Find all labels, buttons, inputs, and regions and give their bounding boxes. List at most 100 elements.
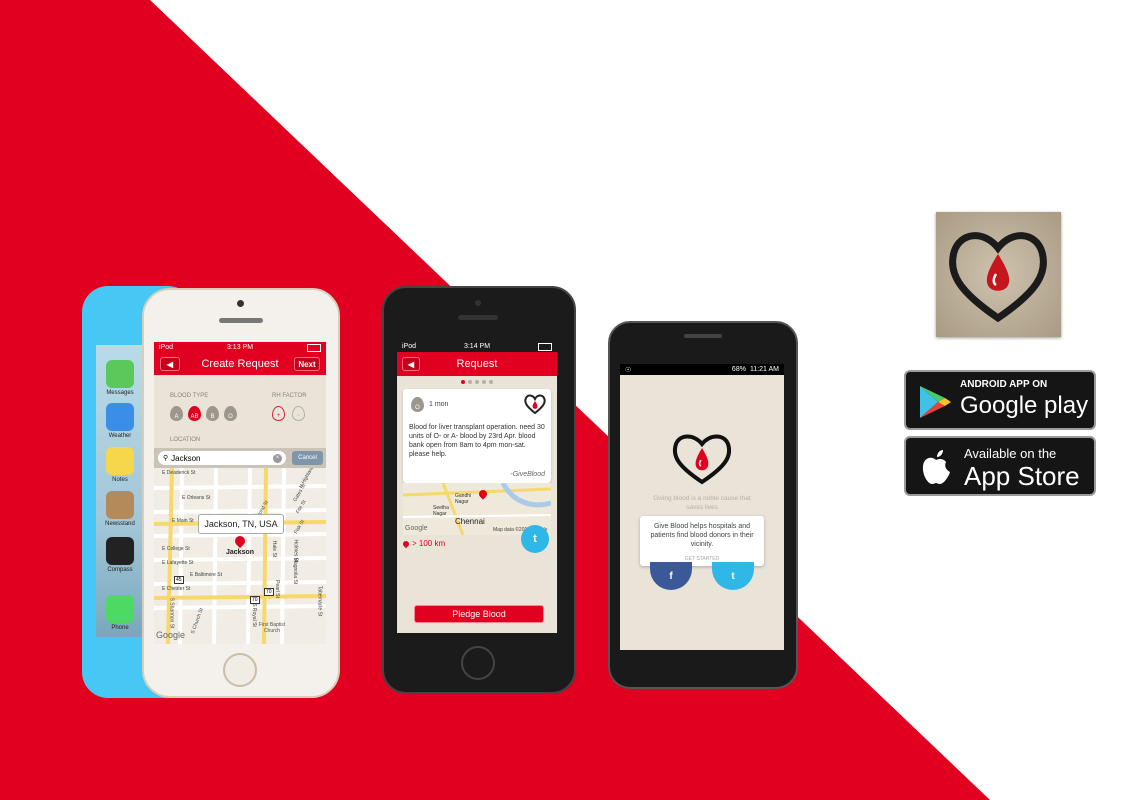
- poi-label: First Baptist Church: [258, 622, 286, 634]
- carrier-label: iPod: [159, 344, 174, 351]
- create-request-screen: iPod 3:13 PM ◀ Create Request Next BLOOD…: [154, 342, 326, 644]
- road-badge: 45: [174, 576, 184, 584]
- app-label: Notes: [112, 477, 128, 483]
- arrow-left-icon: ◀: [407, 359, 415, 369]
- map-view[interactable]: E Deaderick St E Orleans St E Main St E Col…: [154, 468, 326, 644]
- search-icon: ⚲: [163, 455, 169, 462]
- google-play-badge[interactable]: ANDROID APP ON Google play: [904, 370, 1096, 430]
- page-title: Request: [456, 358, 498, 370]
- search-input[interactable]: ⚲ Jackson ×: [158, 451, 286, 465]
- newsstand-icon[interactable]: [106, 491, 134, 519]
- google-logo: Google: [156, 630, 186, 640]
- map-marker-icon: [401, 539, 411, 548]
- app-label: Phone: [111, 625, 129, 631]
- time-label: 11:21 AM: [749, 366, 779, 373]
- nav-header: ◀ Request: [397, 352, 557, 376]
- blood-type-a-drop[interactable]: A: [170, 406, 183, 421]
- badge-small-text: ANDROID APP ON: [960, 379, 1048, 390]
- carrier-label: iPod: [402, 343, 417, 350]
- twitter-button[interactable]: t: [712, 562, 754, 590]
- blood-type-o-drop[interactable]: O: [224, 406, 237, 421]
- pager-dot[interactable]: [489, 380, 493, 384]
- badge-big-text: Google play: [960, 392, 1089, 419]
- twitter-icon: t: [533, 533, 537, 545]
- map-label-gandhi-nagar: Gandhi Nagar: [455, 493, 472, 505]
- back-button[interactable]: ◀: [160, 357, 180, 371]
- pager-dot[interactable]: [482, 380, 486, 384]
- clear-icon[interactable]: ×: [273, 453, 282, 463]
- blood-type-ab-drop[interactable]: AB: [188, 406, 201, 421]
- weather-icon[interactable]: [106, 403, 134, 431]
- search-bar: ⚲ Jackson × Cancel: [154, 448, 326, 468]
- pager-dot[interactable]: [468, 380, 472, 384]
- back-button[interactable]: ◀: [402, 357, 420, 371]
- messages-icon[interactable]: [106, 360, 134, 388]
- next-button[interactable]: Next: [294, 357, 320, 371]
- pager-dots: [397, 380, 557, 386]
- arrow-left-icon: ◀: [166, 359, 174, 369]
- notes-icon[interactable]: [106, 447, 134, 475]
- road-badge: 70: [264, 588, 274, 596]
- street-label: E Baltimore St: [190, 572, 222, 578]
- page-title: Create Request: [201, 358, 279, 370]
- blood-drop-icon: O: [411, 397, 424, 412]
- search-value: Jackson: [171, 453, 201, 463]
- app-label: Weather: [108, 433, 132, 439]
- battery-icon: [307, 343, 321, 352]
- giveblood-logo-icon: [672, 434, 732, 485]
- street-label: E Orleans St: [182, 495, 211, 501]
- badge-big-text: App Store: [964, 461, 1080, 491]
- home-button[interactable]: [223, 653, 257, 687]
- street-label: Tabernacle St: [316, 585, 323, 617]
- giveblood-heart-icon: [524, 394, 546, 415]
- earpiece: [219, 318, 263, 323]
- app-label: Compass: [107, 567, 133, 573]
- pledge-blood-button[interactable]: Pledge Blood: [414, 605, 544, 623]
- street-label: Pearl St: [273, 580, 280, 598]
- time-label: 3:13 PM: [226, 344, 254, 351]
- google-logo: Google: [405, 525, 428, 532]
- rh-factor-label: RH FACTOR: [272, 393, 307, 399]
- app-label: Newsstand: [105, 521, 135, 527]
- pin-label: Jackson: [226, 549, 255, 556]
- twitter-icon: t: [731, 570, 735, 582]
- facebook-icon: f: [669, 570, 673, 582]
- card-text: Give Blood helps hospitals and patients …: [650, 523, 754, 548]
- road-badge: 70: [250, 596, 260, 604]
- android-welcome-screen: ☉ 68% 11:21 AM Giving blood is a noble c…: [620, 364, 784, 650]
- home-button[interactable]: [461, 646, 495, 680]
- compass-icon[interactable]: [106, 537, 134, 565]
- cancel-button[interactable]: Cancel: [292, 451, 323, 465]
- location-label: LOCATION: [170, 437, 201, 443]
- street-label: E Main St: [172, 518, 194, 524]
- status-bar: iPod 3:14 PM: [397, 341, 557, 352]
- earpiece: [684, 334, 722, 338]
- phone-icon[interactable]: [106, 595, 134, 623]
- twitter-share-button[interactable]: t: [521, 525, 549, 553]
- time-label: 3:14 PM: [463, 343, 491, 350]
- street-label: Hale St: [271, 540, 278, 558]
- street-label: E Deaderick St: [162, 470, 196, 476]
- map-label-seetha-nagar: Seetha Nagar: [433, 505, 449, 517]
- facebook-button[interactable]: f: [650, 562, 692, 590]
- battery-percent: 68%: [731, 366, 746, 373]
- battery-icon: [538, 342, 552, 351]
- iphone-5c-home-screen: Messages Weather Notes Newsstand Compass Phon…: [96, 345, 144, 637]
- blood-type-b-drop[interactable]: B: [206, 406, 219, 421]
- status-bar: iPod 3:13 PM: [154, 342, 326, 353]
- app-icon[interactable]: [936, 212, 1061, 337]
- distance: > 100 km: [401, 539, 445, 548]
- map-callout[interactable]: Jackson, TN, USA: [198, 514, 284, 534]
- pager-dot[interactable]: [461, 380, 465, 384]
- street-label: E Lafayette St: [162, 560, 194, 566]
- front-camera: [237, 300, 244, 307]
- request-message: Blood for liver transplant operation. ne…: [409, 424, 545, 458]
- rh-negative-drop[interactable]: −: [292, 406, 305, 421]
- request-age: 1 mon: [429, 401, 449, 408]
- pager-dot[interactable]: [475, 380, 479, 384]
- usb-icon: ☉: [625, 366, 632, 374]
- app-store-badge[interactable]: Available on the App Store: [904, 436, 1096, 496]
- badge-small-text: Available on the: [964, 446, 1057, 461]
- request-card[interactable]: O 1 mon Blood for liver transplant opera…: [403, 389, 551, 483]
- rh-positive-drop[interactable]: +: [272, 406, 285, 421]
